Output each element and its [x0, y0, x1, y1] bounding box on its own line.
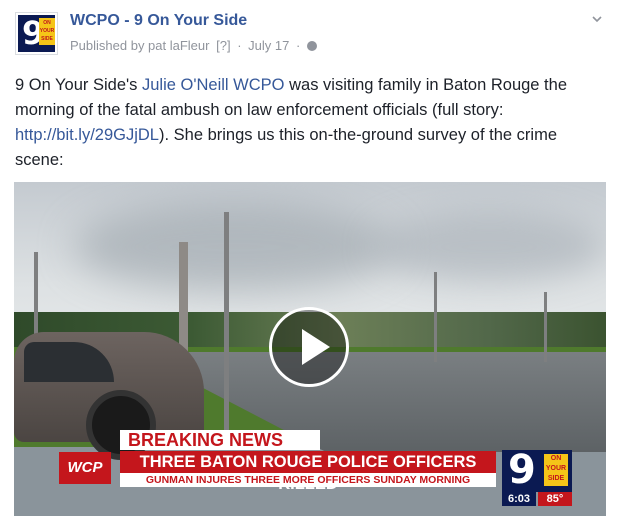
utility-pole-2 [434, 272, 437, 362]
time-readout: 6:03 [502, 492, 536, 506]
breaking-news-label: BREAKING NEWS [120, 430, 320, 450]
mention-link[interactable]: Julie O'Neill WCPO [142, 76, 285, 94]
post-date-link[interactable]: July 17 [248, 38, 289, 53]
story-link[interactable]: http://bit.ly/29GJjDL [15, 126, 159, 144]
street-pole [224, 212, 229, 432]
news-headline: THREE BATON ROUGE POLICE OFFICERS KILLED [120, 451, 496, 493]
badge-number: 9 [508, 447, 536, 493]
page-name-link[interactable]: WCPO - 9 On Your Side [70, 12, 247, 30]
published-by: Published by pat laFleur [70, 38, 210, 53]
help-marker[interactable]: [?] [216, 38, 230, 53]
avatar-side-badge: ON YOUR SIDE [39, 18, 55, 45]
news-lower-third: BREAKING NEWS WCP THREE BATON ROUGE POLI… [14, 430, 606, 516]
video-player[interactable]: BREAKING NEWS WCP THREE BATON ROUGE POLI… [14, 182, 606, 516]
nine-badge: 9 ON YOUR SIDE [502, 447, 572, 493]
video-cloud [74, 202, 394, 292]
globe-icon[interactable] [306, 41, 317, 51]
video-cloud-2 [374, 212, 604, 282]
post-meta: Published by pat laFleur [?] · July 17 · [70, 38, 320, 53]
station-logo: WCP [59, 452, 111, 484]
video-car [14, 332, 204, 460]
play-triangle [302, 329, 330, 365]
meta-separator: · [237, 38, 242, 53]
chevron-down-icon[interactable] [592, 14, 602, 24]
play-icon[interactable] [269, 307, 349, 387]
car-window [24, 342, 114, 382]
utility-pole-3 [544, 292, 547, 362]
badge-text: ON YOUR SIDE [544, 454, 568, 486]
post-header: 9 ON YOUR SIDE WCPO - 9 On Your Side Pub… [15, 12, 602, 60]
news-subline: GUNMAN INJURES THREE MORE OFFICERS SUNDA… [120, 473, 496, 487]
meta-separator-2: · [296, 38, 301, 53]
post-text-part1: 9 On Your Side's [15, 76, 142, 94]
post-body: 9 On Your Side's Julie O'Neill WCPO was … [15, 73, 605, 173]
temperature-readout: 85° [538, 492, 572, 506]
page-avatar[interactable]: 9 ON YOUR SIDE [15, 12, 58, 55]
